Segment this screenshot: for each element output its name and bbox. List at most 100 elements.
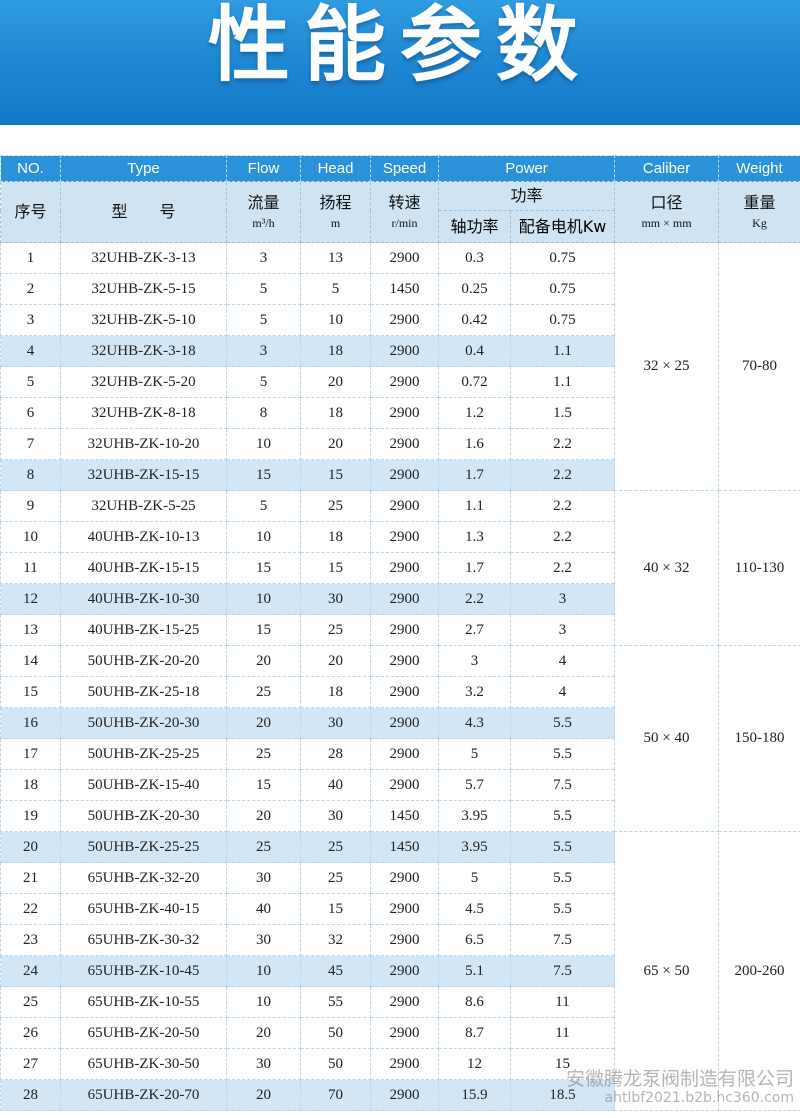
cell-motor: 11 (510, 1017, 615, 1049)
cell-speed: 2900 (370, 614, 439, 646)
header-weight: Weight (718, 155, 800, 182)
cell-speed: 2900 (370, 676, 439, 708)
cell-flow: 20 (226, 645, 301, 677)
cell-flow: 10 (226, 428, 301, 460)
cell-shaft: 3.2 (438, 676, 511, 708)
cell-no: 14 (0, 645, 61, 677)
cell-speed: 2900 (370, 242, 439, 274)
cell-speed: 1450 (370, 800, 439, 832)
cell-shaft: 12 (438, 1048, 511, 1080)
cell-type: 65UHB-ZK-32-20 (60, 862, 227, 894)
cell-type: 32UHB-ZK-5-15 (60, 273, 227, 305)
cell-motor: 7.5 (510, 955, 615, 987)
cell-shaft: 1.3 (438, 521, 511, 553)
cell-motor: 5.5 (510, 800, 615, 832)
cell-motor: 3 (510, 614, 615, 646)
cell-shaft: 15.9 (438, 1079, 511, 1111)
cell-flow: 20 (226, 800, 301, 832)
cell-speed: 2900 (370, 397, 439, 429)
cell-speed: 1450 (370, 273, 439, 305)
cell-speed: 2900 (370, 924, 439, 956)
cell-type: 40UHB-ZK-15-15 (60, 552, 227, 584)
cell-shaft: 1.7 (438, 552, 511, 584)
cell-flow: 40 (226, 893, 301, 925)
header-zh-flow-label: 流量 (247, 193, 280, 212)
cell-speed: 2900 (370, 583, 439, 615)
cell-shaft: 0.3 (438, 242, 511, 274)
cell-speed: 2900 (370, 366, 439, 398)
cell-shaft: 0.42 (438, 304, 511, 336)
cell-head: 5 (300, 273, 371, 305)
cell-no: 16 (0, 707, 61, 739)
cell-no: 11 (0, 552, 61, 584)
header-head: Head (300, 155, 371, 182)
cell-type: 32UHB-ZK-3-18 (60, 335, 227, 367)
cell-head: 15 (300, 893, 371, 925)
cell-shaft: 0.72 (438, 366, 511, 398)
cell-type: 32UHB-ZK-5-25 (60, 490, 227, 522)
watermark: 安徽腾龙泵阀制造有限公司 ahtlbf2021.b2b.hc360.com (566, 1068, 794, 1106)
header-zh-flow-unit: m³/h (252, 216, 275, 230)
cell-no: 12 (0, 583, 61, 615)
cell-no: 15 (0, 676, 61, 708)
cell-motor: 7.5 (510, 769, 615, 801)
cell-type: 32UHB-ZK-8-18 (60, 397, 227, 429)
cell-flow: 20 (226, 1079, 301, 1111)
cell-head: 18 (300, 521, 371, 553)
cell-type: 65UHB-ZK-10-55 (60, 986, 227, 1018)
cell-flow: 3 (226, 335, 301, 367)
cell-speed: 2900 (370, 428, 439, 460)
cell-head: 20 (300, 428, 371, 460)
cell-head: 32 (300, 924, 371, 956)
cell-type: 50UHB-ZK-25-18 (60, 676, 227, 708)
cell-flow: 10 (226, 521, 301, 553)
cell-speed: 2900 (370, 490, 439, 522)
header-zh-type: 型 号 (60, 181, 227, 243)
header-zh-head: 扬程 m (300, 181, 371, 243)
cell-type: 65UHB-ZK-20-50 (60, 1017, 227, 1049)
cell-head: 15 (300, 552, 371, 584)
header-zh-caliber-unit: mm × mm (641, 216, 692, 230)
header-zh-speed-label: 转速 (388, 193, 421, 212)
cell-head: 28 (300, 738, 371, 770)
cell-no: 26 (0, 1017, 61, 1049)
header-zh-shaft-power-label: 轴功率 (450, 216, 499, 236)
cell-no: 9 (0, 490, 61, 522)
cell-head: 45 (300, 955, 371, 987)
banner: 性能参数 (0, 0, 800, 125)
cell-shaft: 8.6 (438, 986, 511, 1018)
group-caliber: 32 × 25 (614, 242, 719, 491)
cell-shaft: 5 (438, 862, 511, 894)
cell-motor: 0.75 (510, 273, 615, 305)
watermark-company: 安徽腾龙泵阀制造有限公司 (565, 1068, 794, 1090)
header-speed: Speed (370, 155, 439, 182)
cell-shaft: 5.7 (438, 769, 511, 801)
cell-motor: 4 (510, 676, 615, 708)
cell-flow: 25 (226, 676, 301, 708)
cell-shaft: 3 (438, 645, 511, 677)
cell-speed: 2900 (370, 521, 439, 553)
cell-speed: 2900 (370, 769, 439, 801)
cell-no: 18 (0, 769, 61, 801)
group-weight: 110-130 (718, 490, 800, 646)
header-zh-caliber-label: 口径 (650, 193, 683, 212)
cell-head: 10 (300, 304, 371, 336)
cell-motor: 1.5 (510, 397, 615, 429)
cell-type: 40UHB-ZK-15-25 (60, 614, 227, 646)
header-zh-shaft-power: 轴功率 (438, 210, 511, 243)
cell-head: 55 (300, 986, 371, 1018)
cell-no: 23 (0, 924, 61, 956)
table-body: 1 32UHB-ZK-3-13 3 13 2900 0.3 0.75 32 × 25 70-80… (0, 242, 800, 1111)
cell-no: 5 (0, 366, 61, 398)
header-zh-weight: 重量 Kg (718, 181, 800, 243)
header-zh-power-label: 功率 (510, 186, 543, 206)
cell-motor: 2.2 (510, 490, 615, 522)
cell-speed: 1450 (370, 831, 439, 863)
cell-flow: 15 (226, 552, 301, 584)
cell-motor: 1.1 (510, 335, 615, 367)
header-zh-no-label: 序号 (14, 202, 47, 221)
cell-no: 10 (0, 521, 61, 553)
table-row: 1 32UHB-ZK-3-13 3 13 2900 0.3 0.75 32 × 25 70-80 (0, 242, 800, 491)
header-zh-weight-label: 重量 (743, 193, 776, 212)
cell-motor: 5.5 (510, 707, 615, 739)
